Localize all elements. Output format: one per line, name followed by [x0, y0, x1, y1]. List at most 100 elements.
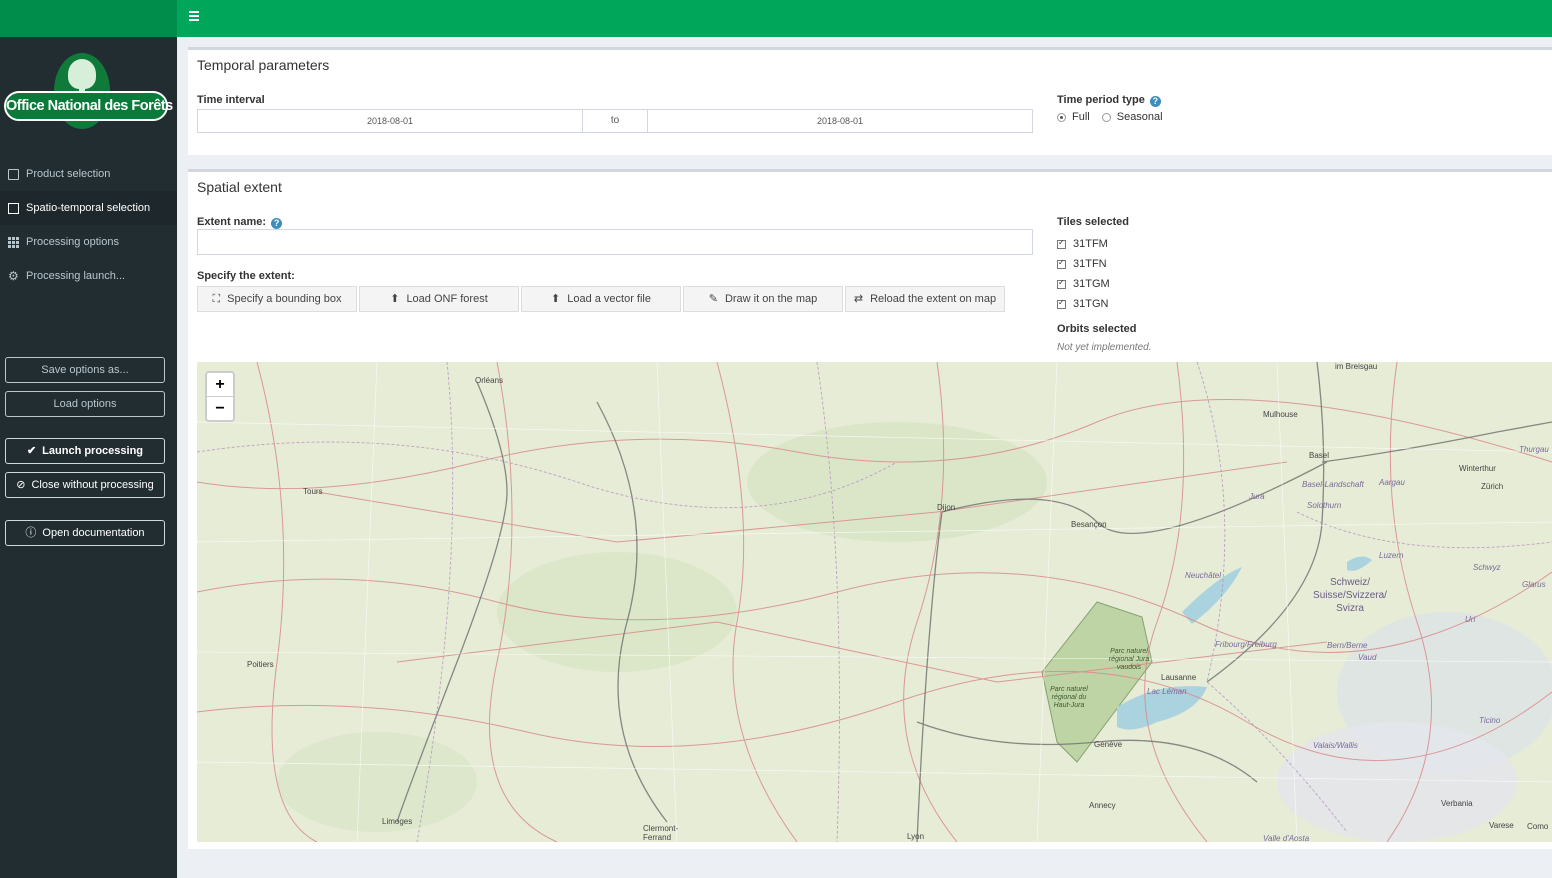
start-date-input[interactable]: 2018-08-01 [198, 110, 582, 132]
extent-map[interactable]: + − Orléans Tours Poitiers Limoges Clerm… [197, 362, 1552, 842]
specify-bounding-box-button[interactable]: ⛶ Specify a bounding box [197, 286, 357, 312]
map-label-region: Neuchâtel [1185, 571, 1222, 580]
sidebar-menu: Product selection Spatio-temporal select… [0, 157, 177, 293]
map-zoom-control: + − [205, 371, 235, 422]
map-label-region: Bern/Berne [1327, 641, 1368, 650]
temporal-parameters-box: Temporal parameters Time interval 2018-0… [188, 47, 1552, 155]
onf-forest-label: Load ONF forest [406, 293, 488, 305]
map-label-region: Ticino [1479, 716, 1501, 725]
tile-item: 31TGM [1057, 274, 1110, 294]
onf-logo: Office National des Forêts [4, 51, 173, 133]
time-interval-label: Time interval [197, 94, 265, 106]
tile-checkbox[interactable] [1057, 298, 1066, 309]
sidebar-item-spatio-temporal-selection[interactable]: Spatio-temporal selection [0, 191, 177, 225]
zoom-out-button[interactable]: − [207, 397, 233, 420]
tile-label: 31TGN [1073, 298, 1109, 310]
check-icon: ✔ [26, 445, 37, 457]
extent-name-label: Extent name:? [197, 216, 283, 229]
map-label-region: Thurgau [1519, 445, 1549, 454]
map-label-region: Uri [1465, 615, 1476, 624]
launch-processing-button[interactable]: ✔ Launch processing [5, 438, 165, 464]
info-icon: ⓘ [25, 527, 37, 539]
close-without-processing-button[interactable]: ⊘ Close without processing [5, 472, 165, 498]
orbits-status-text: Not yet implemented. [1057, 342, 1152, 353]
sidebar-item-label: Processing options [26, 236, 119, 248]
radio-full[interactable] [1057, 112, 1066, 122]
time-period-type-label: Time period type? [1057, 94, 1161, 107]
map-label-city: Dijon [937, 503, 956, 512]
extent-name-text: Extent name: [197, 216, 267, 228]
map-label-city: Tours [303, 487, 323, 496]
help-icon[interactable]: ? [271, 218, 283, 229]
tile-label: 31TFN [1073, 258, 1107, 270]
radio-seasonal-label: Seasonal [1116, 111, 1163, 123]
radio-seasonal[interactable] [1101, 112, 1111, 122]
map-label-city: Besançon [1071, 520, 1107, 529]
sidebar-item-processing-launch[interactable]: ⚙ Processing launch... [0, 259, 177, 293]
map-label-city: Lausanne [1161, 673, 1197, 682]
radio-full-label: Full [1072, 111, 1090, 123]
tile-label: 31TGM [1073, 278, 1110, 290]
sidebar-toggle-icon[interactable] [189, 11, 199, 21]
launch-processing-label: Launch processing [42, 445, 144, 457]
map-label-city: Annecy [1089, 801, 1116, 810]
map-label-region: Aargau [1379, 478, 1405, 487]
tile-item: 31TFM [1057, 234, 1110, 254]
sidebar-item-label: Product selection [26, 168, 111, 180]
help-icon[interactable]: ? [1149, 96, 1161, 107]
map-label-region: Jura [1249, 492, 1265, 501]
documentation-label: Open documentation [42, 527, 145, 539]
map-label-park: Parc naturel régional du Haut-Jura [1050, 686, 1088, 709]
bounding-box-icon: ⛶ [212, 293, 221, 305]
map-label-park: Parc naturel régional Jura vaudois [1108, 648, 1150, 671]
bbox-label: Specify a bounding box [227, 293, 342, 305]
load-vector-file-button[interactable]: ⬆ Load a vector file [521, 286, 681, 312]
spatial-extent-box: Spatial extent Extent name:? Specify the… [188, 169, 1552, 849]
map-label-region: Glarus [1522, 580, 1546, 589]
date-range-separator: to [582, 110, 648, 132]
map-label-region: Valle d'Aosta [1263, 834, 1310, 842]
map-label-city: Lyon [907, 832, 925, 841]
ban-icon: ⊘ [16, 479, 26, 491]
reload-label: Reload the extent on map [870, 293, 997, 305]
zoom-in-button[interactable]: + [207, 373, 233, 397]
extent-name-input[interactable] [197, 229, 1033, 255]
vector-file-label: Load a vector file [567, 293, 651, 305]
upload-icon: ⬆ [551, 293, 561, 305]
map-label-city: Basel [1309, 451, 1330, 460]
load-options-button[interactable]: Load options [5, 391, 165, 417]
map-label-region: Lac Léman [1147, 687, 1187, 696]
tiles-list: 31TFM 31TFN 31TGM 31TGN [1057, 234, 1110, 314]
copy-icon [8, 202, 19, 214]
map-label-region: Valais/Wallis [1313, 741, 1358, 750]
save-options-button[interactable]: Save options as... [5, 357, 165, 383]
map-label-city: im Breisgau [1335, 362, 1378, 371]
draw-on-map-button[interactable]: ✎ Draw it on the map [683, 286, 843, 312]
map-label-city: Varese [1489, 821, 1514, 830]
tile-checkbox[interactable] [1057, 238, 1066, 249]
paintbrush-icon: ✎ [708, 293, 718, 305]
tiles-selected-label: Tiles selected [1057, 216, 1129, 228]
end-date-input[interactable]: 2018-08-01 [648, 110, 1032, 132]
map-label-city: Zürich [1481, 482, 1504, 491]
tile-label: 31TFM [1073, 238, 1108, 250]
tile-checkbox[interactable] [1057, 278, 1066, 289]
sidebar-item-label: Processing launch... [26, 270, 126, 282]
temporal-box-title: Temporal parameters [197, 57, 330, 73]
upload-icon: ⬆ [390, 293, 400, 305]
reload-extent-button[interactable]: ⇄ Reload the extent on map [845, 286, 1005, 312]
map-label-city: Orléans [475, 376, 504, 385]
time-period-type-text: Time period type [1057, 94, 1145, 106]
map-label-city: Mulhouse [1263, 410, 1298, 419]
navbar-logo-area [0, 0, 177, 37]
sidebar-item-processing-options[interactable]: Processing options [0, 225, 177, 259]
image-icon [8, 168, 19, 180]
extent-button-row: ⛶ Specify a bounding box ⬆ Load ONF forest… [197, 286, 1007, 312]
tile-checkbox[interactable] [1057, 258, 1066, 269]
spatial-box-title: Spatial extent [197, 179, 282, 195]
sidebar-item-product-selection[interactable]: Product selection [0, 157, 177, 191]
open-documentation-button[interactable]: ⓘ Open documentation [5, 520, 165, 546]
map-label-country: Schweiz/ Suisse/Svizzera/ Svizra [1313, 577, 1387, 614]
specify-extent-label: Specify the extent: [197, 270, 295, 282]
load-onf-forest-button[interactable]: ⬆ Load ONF forest [359, 286, 519, 312]
